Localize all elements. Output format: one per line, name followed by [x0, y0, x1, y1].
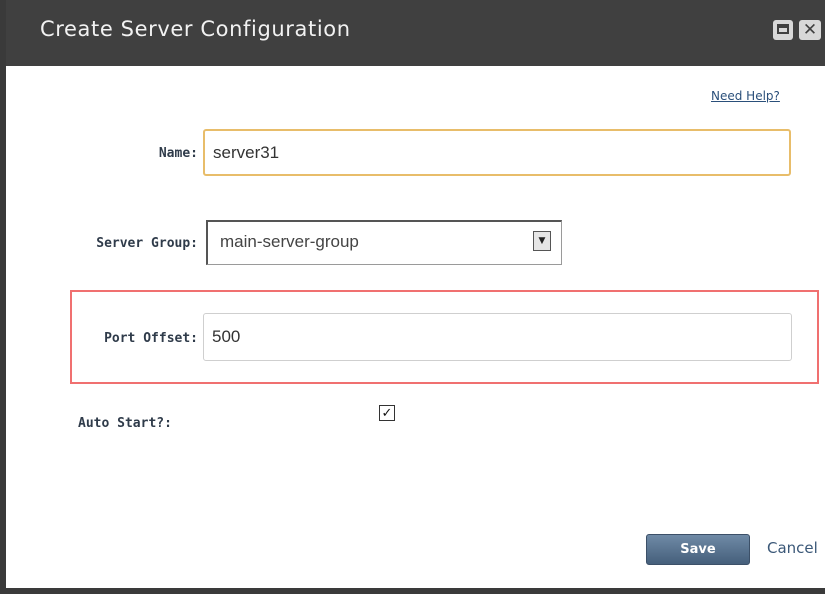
save-button[interactable]: Save	[646, 534, 750, 565]
server-group-label: Server Group:	[96, 236, 198, 251]
server-group-select[interactable]: main-server-group ▼	[206, 220, 562, 265]
need-help-link[interactable]: Need Help?	[711, 89, 780, 103]
dialog-title: Create Server Configuration	[40, 17, 351, 41]
maximize-icon[interactable]	[773, 20, 793, 40]
auto-start-label: Auto Start?:	[78, 416, 172, 431]
server-group-value: main-server-group	[220, 232, 359, 251]
name-label: Name:	[158, 146, 198, 161]
create-server-dialog: Create Server Configuration ✕ Need Help?…	[0, 0, 825, 594]
dropdown-arrow-icon[interactable]: ▼	[533, 231, 551, 251]
port-offset-input[interactable]: 500	[203, 313, 792, 361]
dialog-titlebar: Create Server Configuration ✕	[6, 0, 825, 66]
cancel-link[interactable]: Cancel	[767, 539, 818, 557]
close-icon[interactable]: ✕	[799, 20, 821, 40]
auto-start-checkbox[interactable]: ✓	[379, 405, 395, 421]
name-input[interactable]: server31	[203, 129, 791, 176]
port-offset-label: Port Offset:	[104, 331, 198, 346]
